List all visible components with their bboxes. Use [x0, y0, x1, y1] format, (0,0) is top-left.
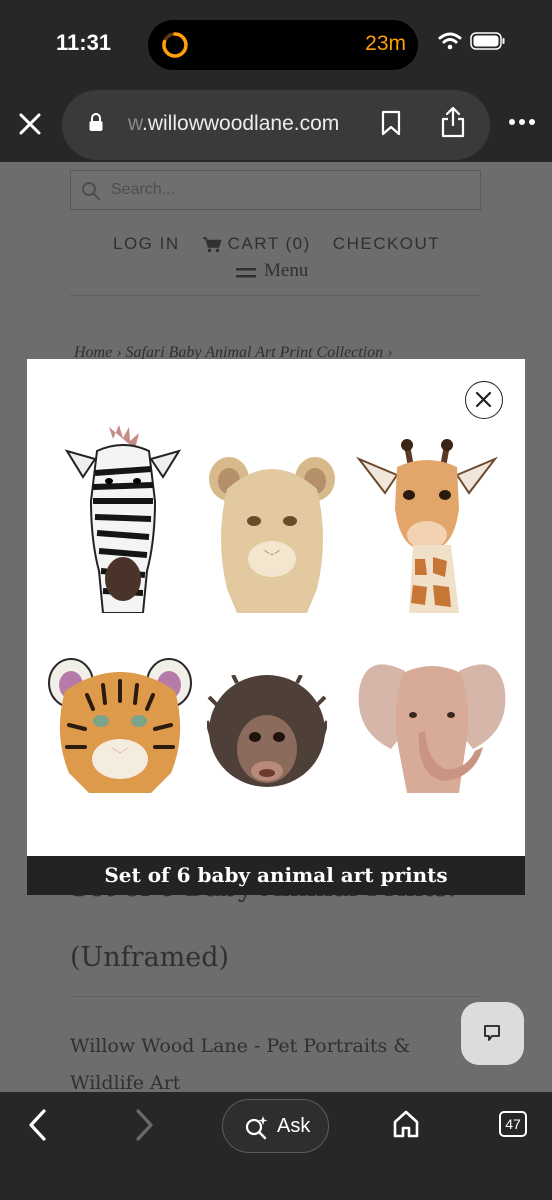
- browser-toolbar: w.willowwoodlane.com: [0, 90, 552, 162]
- lightbox-close-button[interactable]: [465, 381, 503, 419]
- giraffe-image: [355, 439, 499, 613]
- divider: [70, 996, 481, 997]
- search-placeholder: Search...: [111, 181, 176, 198]
- battery-icon: [470, 32, 505, 50]
- search-icon: [82, 182, 101, 201]
- address-bar[interactable]: w.willowwoodlane.com: [62, 90, 490, 160]
- lightbox-caption: Set of 6 baby animal art prints: [27, 856, 525, 895]
- status-bar: 11:31 23m: [0, 0, 552, 90]
- sparkle-search-icon: [245, 1116, 268, 1140]
- zebra-image: [64, 425, 182, 613]
- menu-button[interactable]: Menu: [236, 260, 308, 282]
- tabs-button[interactable]: 47: [499, 1111, 527, 1137]
- chat-button[interactable]: [461, 1002, 524, 1065]
- share-icon[interactable]: [440, 106, 466, 138]
- cart-label: CART (0): [227, 234, 311, 253]
- url-domain: .willowwoodlane.com: [142, 112, 340, 135]
- home-icon[interactable]: [392, 1109, 420, 1139]
- url-text: w.willowwoodlane.com: [128, 112, 358, 136]
- timer-icon: [162, 32, 188, 58]
- timer-text: 23m: [365, 32, 406, 55]
- image-lightbox: Set of 6 baby animal art prints: [27, 359, 525, 895]
- lion-cub-image: [209, 457, 335, 613]
- header-nav: LOG IN CART (0) CHECKOUT: [113, 234, 440, 254]
- chimpanzee-image: [207, 675, 327, 787]
- status-icons: [438, 32, 506, 50]
- close-icon[interactable]: [14, 108, 46, 140]
- close-icon: [475, 391, 492, 408]
- cart-icon: [202, 236, 221, 252]
- bookmark-icon[interactable]: [380, 110, 402, 136]
- vendor-link[interactable]: Willow Wood Lane - Pet Portraits & Wildl…: [70, 1028, 450, 1102]
- more-icon[interactable]: [508, 118, 536, 126]
- dynamic-island[interactable]: 23m: [148, 20, 418, 70]
- elephant-image: [358, 664, 506, 793]
- lock-icon: [89, 113, 103, 131]
- search-input[interactable]: Search...: [70, 170, 481, 210]
- divider: [70, 295, 481, 296]
- forward-icon[interactable]: [132, 1108, 156, 1142]
- tiger-cub-image: [48, 658, 192, 793]
- url-prefix: w: [128, 112, 143, 135]
- chat-icon: [484, 1025, 500, 1041]
- browser-bottom-toolbar: Ask 47: [0, 1092, 552, 1200]
- cart-link[interactable]: CART (0): [202, 234, 311, 254]
- screen: 11:31 23m w.willowwoodlane.com Search...…: [0, 0, 552, 1200]
- login-link[interactable]: LOG IN: [113, 234, 180, 254]
- status-time: 11:31: [56, 30, 112, 55]
- back-icon[interactable]: [26, 1108, 50, 1142]
- checkout-link[interactable]: CHECKOUT: [333, 234, 440, 254]
- ask-button[interactable]: Ask: [222, 1099, 329, 1153]
- wifi-icon: [438, 32, 462, 50]
- ask-label: Ask: [277, 1115, 311, 1137]
- hamburger-icon: [236, 268, 256, 278]
- product-subtitle: (Unframed): [70, 942, 230, 973]
- menu-label: Menu: [264, 260, 309, 281]
